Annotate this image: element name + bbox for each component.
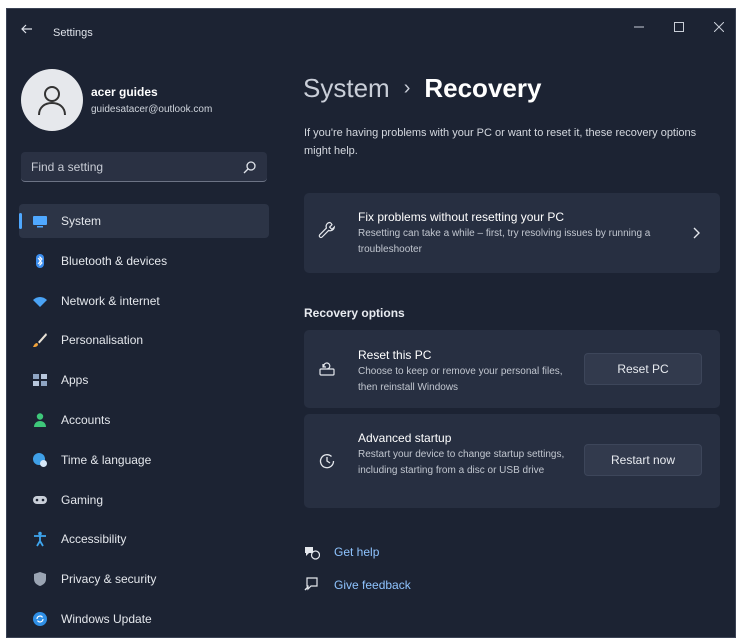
wifi-icon <box>32 293 48 309</box>
user-profile[interactable]: acer guides guidesatacer@outlook.com <box>21 69 271 133</box>
restart-now-button[interactable]: Restart now <box>584 444 702 476</box>
reset-pc-icon <box>318 360 336 378</box>
search-icon[interactable] <box>243 160 257 174</box>
user-name: acer guides <box>91 85 158 99</box>
sidebar-item-accounts[interactable]: Accounts <box>19 403 269 437</box>
bluetooth-icon <box>32 253 48 269</box>
app-title: Settings <box>53 27 93 39</box>
sidebar-item-label: Network & internet <box>61 293 160 308</box>
get-help-label[interactable]: Get help <box>334 545 379 559</box>
shield-icon <box>32 571 48 587</box>
person-icon <box>32 412 48 428</box>
sidebar-item-label: Gaming <box>61 492 104 507</box>
apps-icon <box>32 372 48 388</box>
update-icon <box>32 611 48 627</box>
sidebar-item-label: Bluetooth & devices <box>61 253 168 268</box>
sidebar-item-bluetooth[interactable]: Bluetooth & devices <box>19 244 269 278</box>
sidebar-item-label: Accounts <box>61 412 111 427</box>
page-description: If you're having problems with your PC o… <box>304 127 697 157</box>
feedback-icon <box>304 577 320 593</box>
sidebar-item-personalisation[interactable]: Personalisation <box>19 323 269 357</box>
minimize-icon[interactable] <box>621 15 657 39</box>
page-title: Recovery <box>424 72 542 103</box>
avatar <box>21 69 83 131</box>
reset-pc-button[interactable]: Reset PC <box>584 353 702 385</box>
sidebar-item-network[interactable]: Network & internet <box>19 284 269 318</box>
search-input[interactable] <box>21 152 231 181</box>
sidebar-nav: System Bluetooth & devices Network & int… <box>19 204 269 637</box>
fix-problems-description: Resetting can take a while – first, try … <box>358 228 651 255</box>
sidebar-item-label: Privacy & security <box>61 572 157 587</box>
sidebar-item-label: Time & language <box>61 452 152 467</box>
search-box[interactable] <box>21 152 267 182</box>
advanced-startup-description: Restart your device to change startup se… <box>358 449 565 476</box>
title-bar: Settings <box>7 9 735 53</box>
accessibility-icon <box>32 531 48 547</box>
monitor-icon <box>32 213 48 229</box>
brush-icon <box>32 332 48 348</box>
globe-clock-icon <box>32 452 48 468</box>
sidebar-item-label: Personalisation <box>61 333 144 348</box>
settings-window: Settings acer guides guidesatacer@outloo… <box>6 8 736 638</box>
advanced-startup-card: Advanced startup Restart your device to … <box>304 414 720 508</box>
sidebar-item-windows-update[interactable]: Windows Update <box>19 602 269 636</box>
breadcrumb: System › Recovery <box>303 71 541 105</box>
sidebar-item-label: Accessibility <box>61 532 127 547</box>
fix-problems-card[interactable]: Fix problems without resetting your PC R… <box>304 193 720 273</box>
user-email: guidesatacer@outlook.com <box>91 104 213 115</box>
sidebar-item-accessibility[interactable]: Accessibility <box>19 522 269 556</box>
breadcrumb-parent[interactable]: System <box>303 73 390 104</box>
sidebar-item-privacy-security[interactable]: Privacy & security <box>19 562 269 596</box>
advanced-startup-icon <box>318 452 336 470</box>
back-arrow-icon[interactable] <box>19 21 35 37</box>
gamepad-icon <box>32 492 48 508</box>
fix-problems-title: Fix problems without resetting your PC <box>358 210 565 224</box>
wrench-icon <box>318 221 336 239</box>
help-icon <box>304 544 321 560</box>
sidebar-item-time-language[interactable]: Time & language <box>19 443 269 477</box>
get-help-link[interactable]: Get help <box>304 542 504 562</box>
breadcrumb-separator: › <box>403 76 411 99</box>
reset-pc-title: Reset this PC <box>358 348 432 362</box>
give-feedback-label[interactable]: Give feedback <box>334 578 411 592</box>
sidebar-item-gaming[interactable]: Gaming <box>19 483 269 517</box>
maximize-icon[interactable] <box>661 15 697 39</box>
give-feedback-link[interactable]: Give feedback <box>304 575 504 595</box>
sidebar-item-system[interactable]: System <box>19 204 269 238</box>
advanced-startup-title: Advanced startup <box>358 431 452 445</box>
chevron-right-icon <box>690 226 702 240</box>
sidebar-item-label: System <box>61 214 102 228</box>
reset-pc-card: Reset this PC Choose to keep or remove y… <box>304 330 720 408</box>
close-icon[interactable] <box>701 15 735 39</box>
reset-pc-description: Choose to keep or remove your personal f… <box>358 366 563 393</box>
person-icon <box>38 86 66 116</box>
sidebar-item-apps[interactable]: Apps <box>19 363 269 397</box>
section-title: Recovery options <box>304 306 405 320</box>
sidebar-item-label: Apps <box>61 373 89 388</box>
sidebar-item-label: Windows Update <box>61 611 152 626</box>
